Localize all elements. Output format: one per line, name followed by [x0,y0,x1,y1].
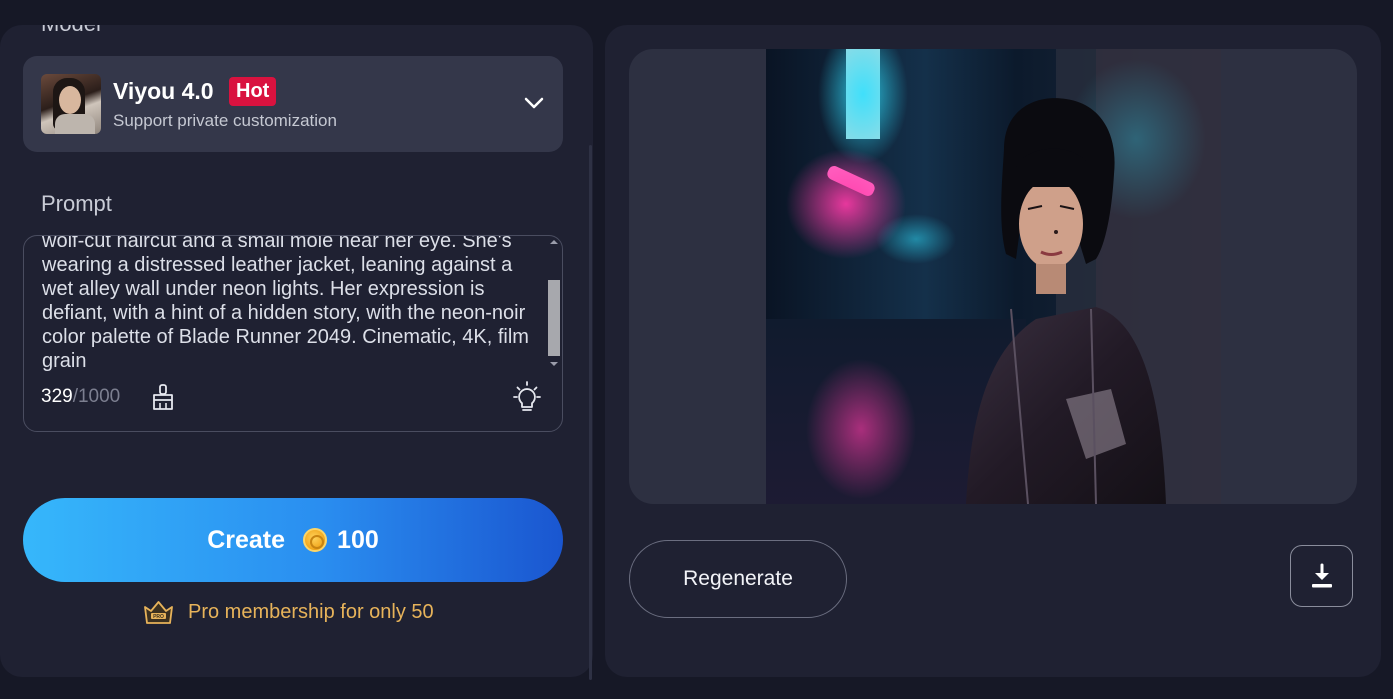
character-limit: 1000 [77,386,121,407]
model-subtitle: Support private customization [113,111,337,130]
coin-icon [303,528,328,552]
create-button[interactable]: Create 100 [23,498,563,582]
model-section-label: Model [41,25,101,37]
generated-image[interactable] [766,49,1221,504]
prompt-section-label: Prompt [41,191,112,216]
regenerate-button[interactable]: Regenerate [629,540,847,618]
model-name: Viyou 4.0 [113,78,214,104]
regenerate-label: Regenerate [683,567,793,590]
character-counter: 329/1000 [41,386,120,408]
generation-settings-panel: Model Viyou 4.0 Hot Support private cust… [0,25,593,677]
model-thumbnail [41,74,101,134]
prompt-textarea[interactable]: wolf-cut haircut and a small mole near h… [23,235,563,432]
hot-badge: Hot [229,77,277,106]
promo-text: Pro membership for only 50 [188,600,434,623]
brush-icon[interactable] [151,383,175,411]
create-button-label: Create [207,525,286,554]
scroll-up-arrow[interactable] [550,240,558,244]
download-icon [1311,563,1332,588]
create-cost: 100 [337,525,379,554]
pro-crown-icon: PRO [144,601,173,624]
result-image-frame [629,49,1357,504]
svg-text:PRO: PRO [153,614,164,620]
model-selector[interactable]: Viyou 4.0 Hot Support private customizat… [23,56,563,152]
chevron-down-icon[interactable] [523,92,545,114]
lightbulb-icon[interactable] [509,380,545,416]
scroll-thumb[interactable] [548,280,560,356]
scroll-down-arrow[interactable] [550,362,558,366]
panel-scrollbar[interactable] [589,145,592,680]
result-panel: Regenerate [605,25,1381,677]
download-button[interactable] [1290,545,1353,607]
pro-membership-promo[interactable]: PRO Pro membership for only 50 [143,596,434,628]
prompt-text[interactable]: wolf-cut haircut and a small mole near h… [42,236,542,373]
prompt-scrollbar[interactable] [546,236,562,374]
character-count: 329 [41,386,73,407]
